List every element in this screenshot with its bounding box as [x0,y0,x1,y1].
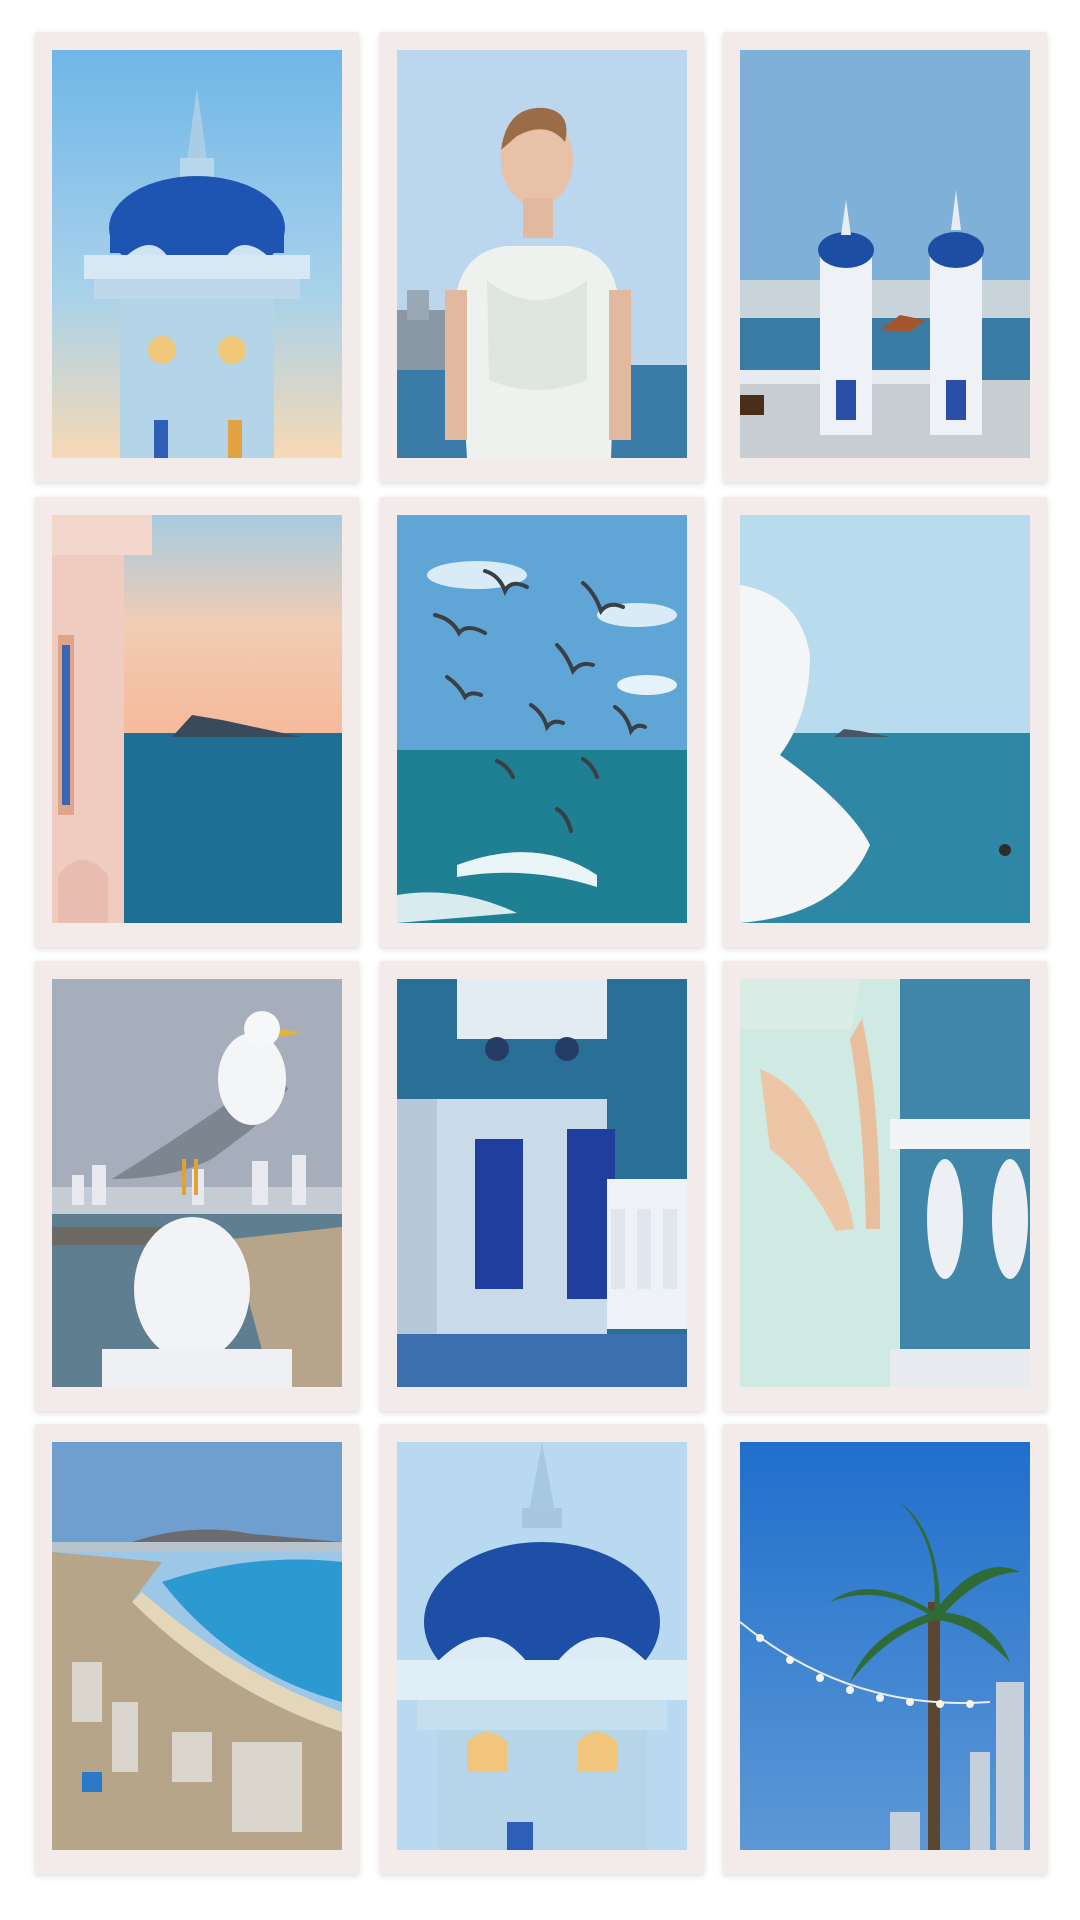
photo-aerial-beach-city [52,1442,342,1850]
photo-card[interactable] [380,961,704,1411]
photo-card[interactable] [35,1424,359,1874]
photo-card[interactable] [380,497,704,947]
photo-twin-towers-balcony [740,50,1030,458]
photo-woman-hands-balustrade [740,979,1030,1387]
photo-card[interactable] [380,1424,704,1874]
photo-card[interactable] [35,961,359,1411]
photo-woman-lace-dress-sea [397,50,687,458]
photo-card[interactable] [723,497,1047,947]
photo-card[interactable] [35,497,359,947]
photo-white-baluster-sea-island [740,515,1030,923]
photo-blue-dome-tower-sunrise [52,50,342,458]
photo-card[interactable] [723,32,1047,482]
photo-seagull-on-finial-city [52,979,342,1387]
photo-seagulls-over-waves [397,515,687,923]
photo-column-island-sunset [52,515,342,923]
photo-blue-dome-tower-closeup [397,1442,687,1850]
photo-card[interactable] [380,32,704,482]
photo-card[interactable] [35,32,359,482]
photo-palm-tree-string-lights [740,1442,1030,1850]
photo-card[interactable] [723,961,1047,1411]
photo-tiled-pillar-sea [397,979,687,1387]
photo-grid [0,0,1080,1920]
photo-card[interactable] [723,1424,1047,1874]
